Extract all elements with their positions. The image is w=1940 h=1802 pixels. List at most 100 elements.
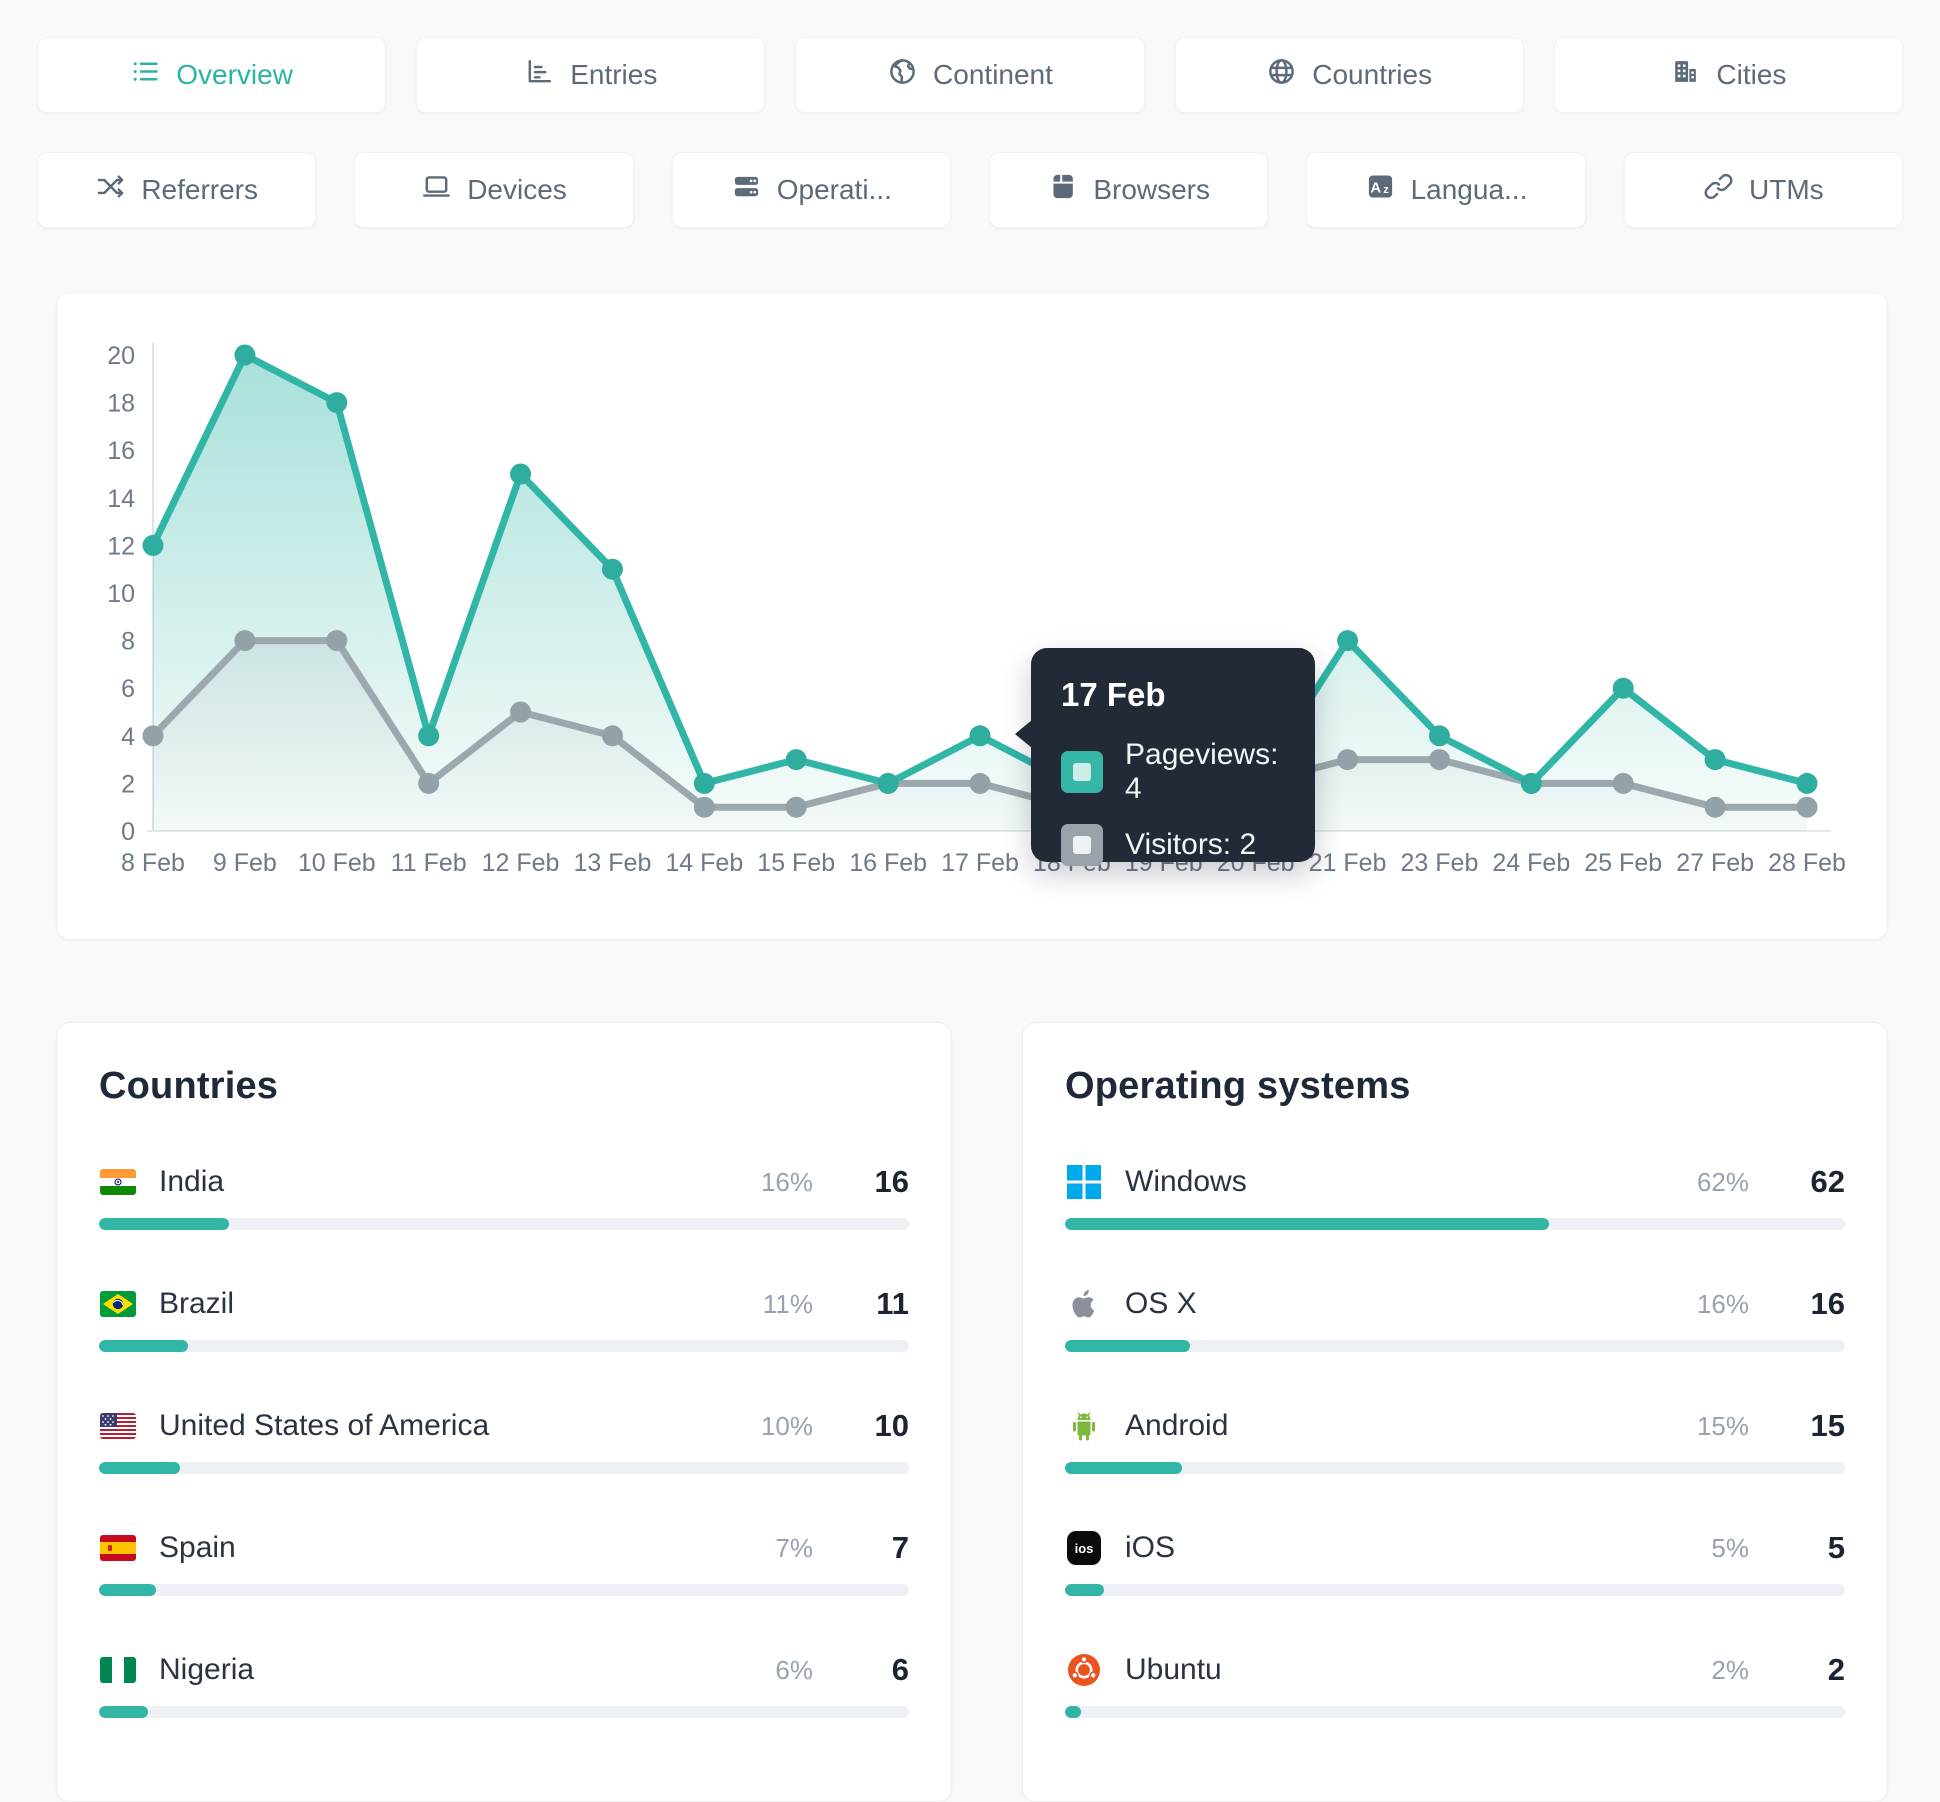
ios-logo-icon: ios bbox=[1065, 1531, 1103, 1565]
item-count: 6 bbox=[891, 1652, 909, 1687]
y-tick-label: 14 bbox=[107, 485, 135, 513]
x-tick-label: 14 Feb bbox=[665, 849, 743, 877]
list-item-india[interactable]: India 16% 16 bbox=[99, 1164, 909, 1230]
countries-panel: Countries India 16% 16 Brazil 11% 11 Uni… bbox=[56, 1022, 952, 1802]
tab-label: Langua... bbox=[1410, 174, 1528, 205]
list-item-os-x[interactable]: OS X 16% 16 bbox=[1065, 1286, 1845, 1352]
x-tick-label: 15 Feb bbox=[757, 849, 835, 877]
visitors-point[interactable] bbox=[1337, 749, 1359, 771]
pageviews-point[interactable] bbox=[969, 725, 991, 747]
pageviews-point[interactable] bbox=[693, 772, 715, 794]
tab-browsers[interactable]: Browsers bbox=[989, 152, 1269, 228]
pageviews-point[interactable] bbox=[1704, 749, 1726, 771]
tab-countries[interactable]: Countries bbox=[1174, 37, 1524, 113]
list-item-united-states-of-america[interactable]: United States of America 10% 10 bbox=[99, 1408, 909, 1474]
visitors-point[interactable] bbox=[1704, 796, 1726, 818]
item-percent: 16% bbox=[760, 1166, 813, 1197]
tab-operati[interactable]: Operati... bbox=[671, 152, 951, 228]
tab-label: Continent bbox=[933, 59, 1053, 90]
pageviews-point[interactable] bbox=[234, 344, 256, 366]
us-flag-icon bbox=[99, 1411, 137, 1441]
pageviews-point[interactable] bbox=[1520, 772, 1542, 794]
item-name: United States of America bbox=[159, 1409, 490, 1442]
x-tick-label: 13 Feb bbox=[574, 849, 652, 877]
tab-label: UTMs bbox=[1749, 174, 1824, 205]
pageviews-point[interactable] bbox=[785, 749, 807, 771]
y-tick-label: 16 bbox=[107, 437, 135, 465]
list-item-nigeria[interactable]: Nigeria 6% 6 bbox=[99, 1652, 909, 1718]
visitors-point[interactable] bbox=[785, 796, 807, 818]
pageviews-point[interactable] bbox=[1612, 677, 1634, 699]
item-name: OS X bbox=[1125, 1287, 1197, 1320]
list-item-ubuntu[interactable]: Ubuntu 2% 2 bbox=[1065, 1652, 1845, 1718]
server-icon bbox=[731, 171, 762, 209]
pageviews-point[interactable] bbox=[601, 558, 623, 580]
visitors-point[interactable] bbox=[326, 630, 348, 652]
tab-utms[interactable]: UTMs bbox=[1623, 152, 1903, 228]
visitors-point[interactable] bbox=[1612, 772, 1634, 794]
pageviews-point[interactable] bbox=[1428, 725, 1450, 747]
es-flag-icon bbox=[99, 1533, 137, 1563]
browser-icon bbox=[1047, 171, 1078, 209]
svg-text:z: z bbox=[1383, 184, 1389, 196]
tab-devices[interactable]: Devices bbox=[354, 152, 634, 228]
x-tick-label: 24 Feb bbox=[1492, 849, 1570, 877]
pageviews-point[interactable] bbox=[418, 725, 440, 747]
item-percent: 62% bbox=[1696, 1166, 1749, 1197]
list-item-android[interactable]: Android 15% 15 bbox=[1065, 1408, 1845, 1474]
list-item-ios[interactable]: ios iOS 5% 5 bbox=[1065, 1530, 1845, 1596]
visitors-point[interactable] bbox=[601, 725, 623, 747]
x-tick-label: 27 Feb bbox=[1676, 849, 1754, 877]
list-item-spain[interactable]: Spain 7% 7 bbox=[99, 1530, 909, 1596]
visitors-point[interactable] bbox=[1428, 749, 1450, 771]
laptop-icon bbox=[421, 171, 452, 209]
visitors-point[interactable] bbox=[969, 772, 991, 794]
pageviews-point[interactable] bbox=[326, 392, 348, 414]
item-name: Nigeria bbox=[159, 1653, 255, 1686]
tab-entries[interactable]: Entries bbox=[416, 37, 766, 113]
tab-label: Browsers bbox=[1093, 174, 1211, 205]
visitors-point[interactable] bbox=[693, 796, 715, 818]
view-tabs-row-1: Overview Entries Continent Countries Cities bbox=[37, 37, 1903, 113]
item-count: 62 bbox=[1810, 1164, 1845, 1199]
tab-referrers[interactable]: Referrers bbox=[37, 152, 317, 228]
tab-cities[interactable]: Cities bbox=[1553, 37, 1903, 113]
chart-tooltip: 17 Feb Pageviews: 4 Visitors: 2 bbox=[1015, 648, 1315, 866]
list-item-windows[interactable]: Windows 62% 62 bbox=[1065, 1164, 1845, 1230]
pageviews-point[interactable] bbox=[1337, 630, 1359, 652]
y-tick-label: 4 bbox=[121, 723, 135, 751]
countries-panel-title: Countries bbox=[99, 1065, 279, 1107]
x-tick-label: 25 Feb bbox=[1584, 849, 1662, 877]
item-percent: 10% bbox=[760, 1410, 813, 1441]
x-tick-label: 21 Feb bbox=[1309, 849, 1387, 877]
pageviews-point[interactable] bbox=[877, 772, 899, 794]
item-percent: 15% bbox=[1696, 1410, 1749, 1441]
tab-continent[interactable]: Continent bbox=[795, 37, 1145, 113]
visitors-point[interactable] bbox=[234, 630, 256, 652]
list-item-brazil[interactable]: Brazil 11% 11 bbox=[99, 1286, 909, 1352]
series-chip-icon bbox=[1061, 824, 1103, 866]
tab-overview[interactable]: Overview bbox=[37, 37, 387, 113]
y-tick-label: 10 bbox=[107, 580, 135, 608]
traffic-line-chart[interactable]: 0 2 4 6 8 10 12 14 16 18 20 8 Feb 9 Feb 10 Feb 11 Feb 1… bbox=[57, 293, 1889, 941]
visitors-point[interactable] bbox=[142, 725, 164, 747]
item-progress-track bbox=[99, 1462, 909, 1474]
item-percent: 16% bbox=[1696, 1288, 1749, 1319]
y-tick-label: 8 bbox=[121, 628, 135, 656]
item-count: 16 bbox=[874, 1164, 909, 1199]
pageviews-point[interactable] bbox=[1796, 772, 1818, 794]
tab-langua[interactable]: Az Langua... bbox=[1306, 152, 1586, 228]
language-icon: Az bbox=[1365, 171, 1396, 209]
item-count: 5 bbox=[1827, 1530, 1845, 1565]
pageviews-point[interactable] bbox=[510, 463, 532, 485]
pageviews-point[interactable] bbox=[142, 534, 164, 556]
tab-label: Overview bbox=[176, 59, 293, 90]
osx-logo-icon bbox=[1065, 1289, 1103, 1319]
item-progress-fill bbox=[99, 1218, 229, 1230]
item-count: 15 bbox=[1810, 1408, 1845, 1443]
visitors-point[interactable] bbox=[510, 701, 532, 723]
visitors-point[interactable] bbox=[1796, 796, 1818, 818]
y-tick-label: 2 bbox=[121, 770, 135, 798]
windows-logo-icon bbox=[1065, 1165, 1103, 1199]
visitors-point[interactable] bbox=[418, 772, 440, 794]
